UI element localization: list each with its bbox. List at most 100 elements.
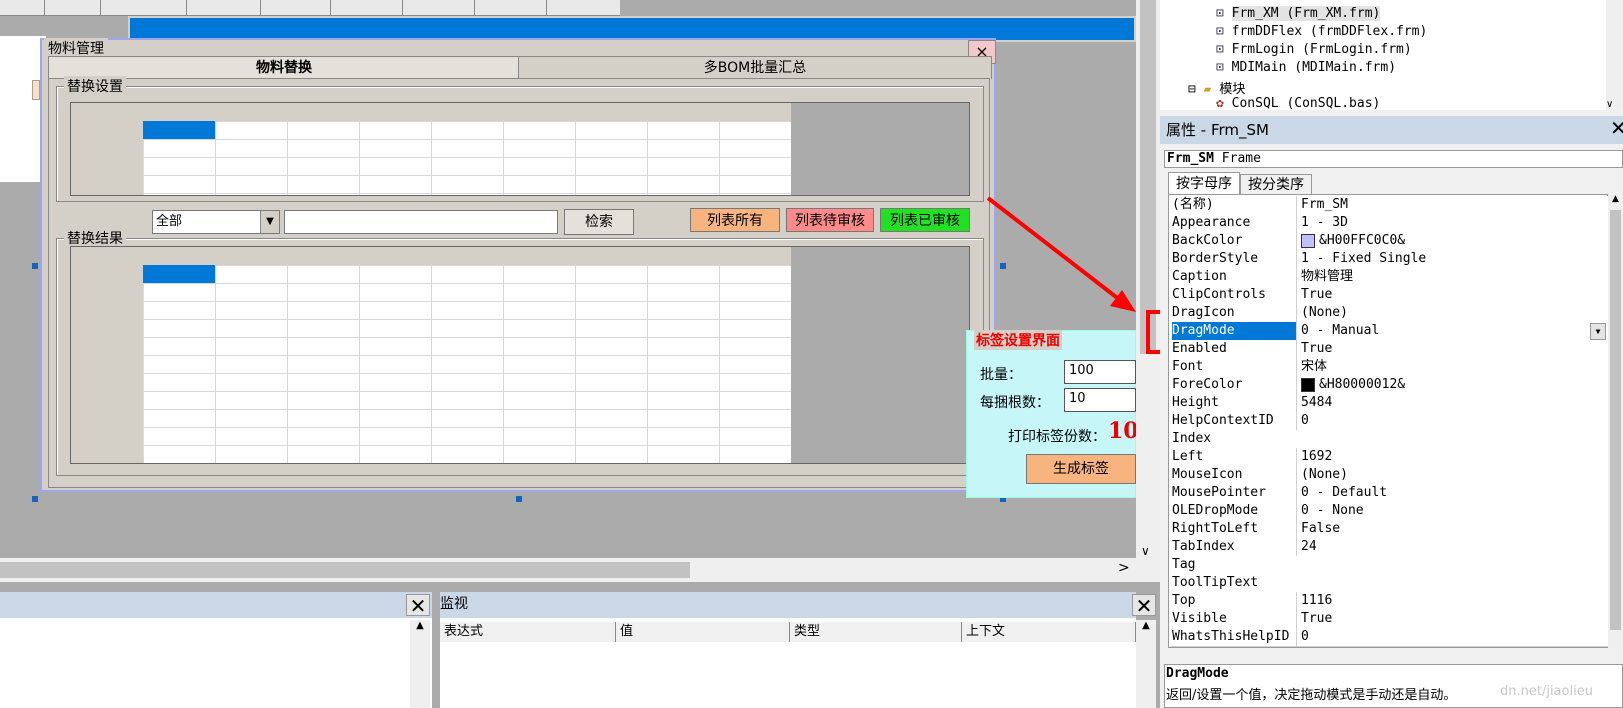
property-value[interactable]: 宋体 xyxy=(1296,358,1608,376)
chevron-up-icon[interactable]: ▲ xyxy=(1608,194,1623,204)
watch-col-type[interactable]: 类型 xyxy=(790,622,962,642)
property-row[interactable]: OLEDropMode 0 - None xyxy=(1170,502,1608,521)
property-row[interactable]: ForeColor &H80000012& xyxy=(1170,376,1608,395)
property-name: Visible xyxy=(1172,611,1227,626)
property-name: Enabled xyxy=(1172,341,1227,356)
property-value[interactable]: 24 xyxy=(1296,538,1608,556)
property-row[interactable]: Visible True xyxy=(1170,610,1608,629)
property-name: DragMode xyxy=(1172,322,1296,340)
form-file-icon: ⊡ xyxy=(1216,24,1232,39)
property-name: Tag xyxy=(1172,557,1196,572)
property-name: Left xyxy=(1172,449,1204,464)
property-value[interactable]: True xyxy=(1296,340,1608,358)
watermark-text: dn.net/jiaolieu xyxy=(1500,684,1593,699)
property-value[interactable]: 5484 xyxy=(1296,394,1608,412)
property-row[interactable]: Height 5484 xyxy=(1170,394,1608,413)
property-row[interactable]: MousePointer 0 - Default xyxy=(1170,484,1608,503)
project-scrollbar[interactable]: ∨ xyxy=(1606,0,1623,110)
property-row[interactable]: BorderStyle 1 - Fixed Single xyxy=(1170,250,1608,269)
module-icon: ✿ xyxy=(1216,96,1232,110)
property-row[interactable]: DragIcon (None) xyxy=(1170,304,1608,323)
property-value[interactable]: 1 - 3D xyxy=(1296,214,1608,232)
property-value[interactable]: False xyxy=(1296,520,1608,538)
close-icon[interactable]: ✕ xyxy=(1610,116,1623,140)
property-value[interactable]: 1 - Fixed Single xyxy=(1296,250,1608,268)
watch-scrollbar[interactable]: ▲ xyxy=(1136,620,1156,708)
property-row[interactable]: ToolTipText xyxy=(1170,574,1608,593)
property-row[interactable]: HelpContextID 0 xyxy=(1170,412,1608,431)
property-name: Top xyxy=(1172,593,1196,608)
property-row[interactable]: MouseIcon (None) xyxy=(1170,466,1608,485)
property-row[interactable]: Enabled True xyxy=(1170,340,1608,359)
property-row[interactable]: Font 宋体 xyxy=(1170,358,1608,377)
property-row[interactable]: RightToLeft False xyxy=(1170,520,1608,539)
object-name: Frm_SM xyxy=(1167,151,1214,166)
property-name: BorderStyle xyxy=(1172,251,1259,266)
property-scrollbar[interactable]: ▲ xyxy=(1608,194,1623,648)
property-value-text: &H00FFC0C0& xyxy=(1319,233,1406,248)
tab-categorized[interactable]: 按分类序 xyxy=(1240,174,1312,194)
property-value[interactable]: (None) xyxy=(1296,466,1608,484)
property-name: HelpContextID xyxy=(1172,413,1274,428)
property-row[interactable]: Tag xyxy=(1170,556,1608,575)
property-name: OLEDropMode xyxy=(1172,503,1259,518)
property-row[interactable]: Index xyxy=(1170,430,1608,449)
property-row[interactable]: Caption 物料管理 xyxy=(1170,268,1608,287)
property-name: RightToLeft xyxy=(1172,521,1259,536)
property-row[interactable]: ▼ DragMode 0 - Manual xyxy=(1170,322,1608,341)
chevron-up-icon[interactable]: ▲ xyxy=(1136,620,1156,631)
property-row[interactable]: Left 1692 xyxy=(1170,448,1608,467)
property-value[interactable]: 0 xyxy=(1296,412,1608,430)
property-value[interactable]: Frm_SM xyxy=(1296,196,1608,214)
watch-col-expression[interactable]: 表达式 xyxy=(440,622,616,642)
property-name: Index xyxy=(1172,431,1212,446)
property-value[interactable]: 0 - Manual xyxy=(1296,322,1608,340)
property-value[interactable]: True xyxy=(1296,610,1608,628)
tree-item[interactable]: ✿ ConSQL (ConSQL.bas) xyxy=(1216,96,1380,110)
property-row[interactable]: WhatsThisHelpID 0 xyxy=(1170,628,1608,647)
property-row[interactable]: Appearance 1 - 3D xyxy=(1170,214,1608,233)
tree-item[interactable]: ⊡ FrmLogin (FrmLogin.frm) xyxy=(1216,42,1412,57)
color-swatch xyxy=(1301,377,1315,392)
tree-item[interactable]: ⊡ MDIMain (MDIMain.frm) xyxy=(1216,60,1396,75)
watch-col-value[interactable]: 值 xyxy=(616,622,790,642)
property-name: BackColor xyxy=(1172,233,1243,248)
property-name: MousePointer xyxy=(1172,485,1266,500)
scrollbar-thumb[interactable] xyxy=(1610,210,1621,630)
property-value[interactable]: 0 - None xyxy=(1296,502,1608,520)
property-value[interactable]: 0 xyxy=(1296,628,1608,646)
property-value[interactable]: True xyxy=(1296,286,1608,304)
description-title: DragMode xyxy=(1166,666,1229,681)
property-row[interactable]: Top 1116 xyxy=(1170,592,1608,611)
property-row[interactable]: (名称) Frm_SM xyxy=(1170,196,1608,215)
folder-icon: ▰ xyxy=(1195,82,1220,97)
property-value[interactable]: 1116 xyxy=(1296,592,1608,610)
property-value[interactable]: 0 - Default xyxy=(1296,484,1608,502)
object-selector[interactable]: Frm_SM Frame xyxy=(1164,150,1623,168)
close-icon[interactable]: ✕ xyxy=(406,594,430,617)
property-name: MouseIcon xyxy=(1172,467,1243,482)
property-row[interactable]: BackColor &H00FFC0C0& xyxy=(1170,232,1608,251)
immediate-scrollbar[interactable]: ▲ xyxy=(410,620,430,708)
tree-item[interactable]: ⊡ Frm_XM (Frm_XM.frm) xyxy=(1216,6,1381,21)
property-row[interactable]: ClipControls True xyxy=(1170,286,1608,305)
tab-alphabetic[interactable]: 按字母序 xyxy=(1168,172,1240,194)
property-name: Height xyxy=(1172,395,1219,410)
property-value[interactable]: 物料管理 xyxy=(1296,268,1608,286)
property-name: ToolTipText xyxy=(1172,575,1259,590)
property-row[interactable]: TabIndex 24 xyxy=(1170,538,1608,557)
property-name: TabIndex xyxy=(1172,539,1235,554)
tree-folder-modules[interactable]: ⊟ ▰ 模块 xyxy=(1188,78,1245,97)
property-value[interactable]: 1692 xyxy=(1296,448,1608,466)
property-value[interactable]: &H00FFC0C0& xyxy=(1296,232,1608,250)
property-value[interactable]: (None) xyxy=(1296,304,1608,322)
close-icon[interactable]: ✕ xyxy=(1132,594,1156,617)
property-value[interactable]: &H80000012& xyxy=(1296,376,1608,394)
collapse-icon[interactable]: ⊟ xyxy=(1188,82,1196,97)
watch-col-context[interactable]: 上下文 xyxy=(962,622,1136,642)
property-name: WhatsThisHelpID xyxy=(1172,629,1290,644)
chevron-down-icon[interactable]: ∨ xyxy=(1606,99,1613,110)
immediate-pane-bar xyxy=(0,592,432,618)
tree-item[interactable]: ⊡ frmDDFlex (frmDDFlex.frm) xyxy=(1216,24,1427,39)
chevron-up-icon[interactable]: ▲ xyxy=(410,620,430,631)
